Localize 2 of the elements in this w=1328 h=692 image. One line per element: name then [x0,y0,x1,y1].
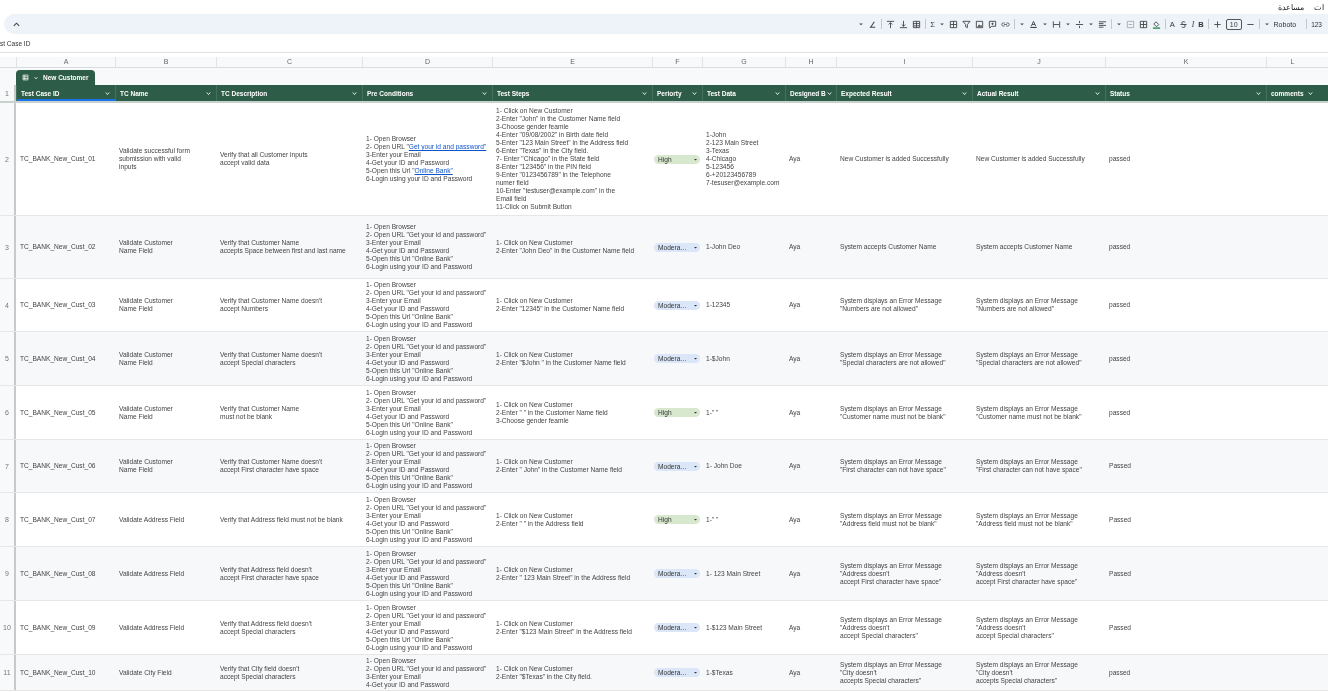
menu-item[interactable]: مساعدة [1278,2,1304,12]
menu-item[interactable]: ات [1314,2,1324,12]
